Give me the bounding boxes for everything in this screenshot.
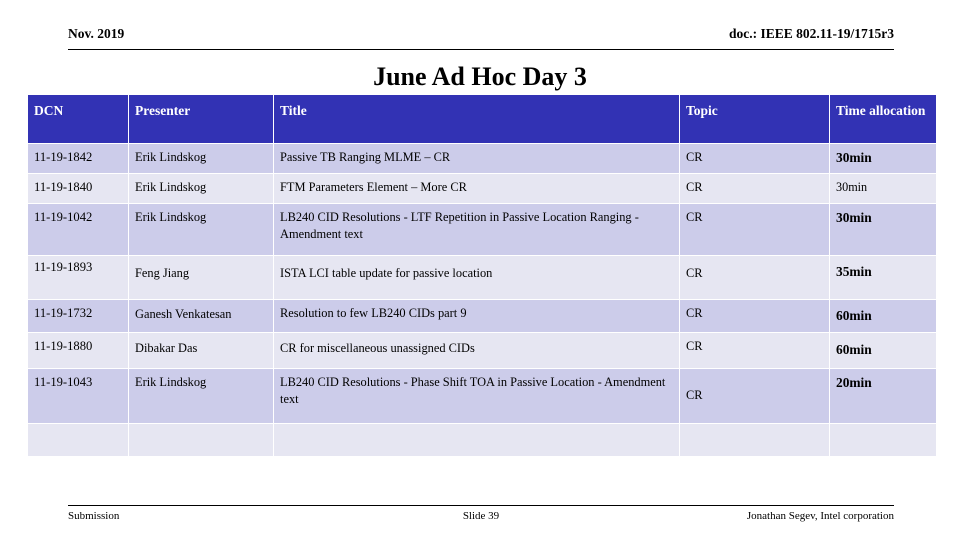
cell-presenter: Dibakar Das [129,333,273,368]
cell-presenter: Feng Jiang [129,256,273,299]
cell-topic: CR [680,144,829,173]
table-row: 11-19-1880 Dibakar Das CR for miscellane… [28,333,936,368]
cell-title: Resolution to few LB240 CIDs part 9 [274,300,679,332]
cell-title: FTM Parameters Element – More CR [274,174,679,203]
cell-time-allocation: 60min [830,300,936,332]
cell-dcn [28,424,128,456]
cell-title: LB240 CID Resolutions - LTF Repetition i… [274,204,679,255]
cell-presenter [129,424,273,456]
slide-footer: Submission Slide 39 Jonathan Segev, Inte… [68,505,894,531]
cell-topic: CR [680,204,829,255]
table-row-empty [28,424,936,456]
cell-dcn: 11-19-1840 [28,174,128,203]
agenda-table: DCN Presenter Title Topic Time allocatio… [27,94,937,457]
cell-dcn: 11-19-1732 [28,300,128,332]
cell-presenter: Erik Lindskog [129,144,273,173]
cell-title [274,424,679,456]
cell-presenter: Erik Lindskog [129,369,273,423]
cell-dcn: 11-19-1893 [28,256,128,299]
slide-header: Nov. 2019 doc.: IEEE 802.11-19/1715r3 [68,26,894,52]
column-header-time-allocation: Time allocation [830,95,936,143]
header-divider [68,49,894,50]
cell-dcn: 11-19-1043 [28,369,128,423]
cell-topic: CR [680,369,829,423]
column-header-dcn: DCN [28,95,128,143]
table-row: 11-19-1043 Erik Lindskog LB240 CID Resol… [28,369,936,423]
table-row: 11-19-1042 Erik Lindskog LB240 CID Resol… [28,204,936,255]
header-doc-ref: doc.: IEEE 802.11-19/1715r3 [728,26,894,41]
cell-topic: CR [680,174,829,203]
cell-time-allocation: 20min [830,369,936,423]
table-row: 11-19-1732 Ganesh Venkatesan Resolution … [28,300,936,332]
cell-time-allocation: 30min [830,174,936,203]
column-header-presenter: Presenter [129,95,273,143]
cell-time-allocation [830,424,936,456]
table-header-row: DCN Presenter Title Topic Time allocatio… [28,95,936,143]
cell-title: Passive TB Ranging MLME – CR [274,144,679,173]
cell-title: LB240 CID Resolutions - Phase Shift TOA … [274,369,679,423]
cell-topic [680,424,829,456]
cell-presenter: Erik Lindskog [129,204,273,255]
table-row: 11-19-1842 Erik Lindskog Passive TB Rang… [28,144,936,173]
column-header-title: Title [274,95,679,143]
cell-topic: CR [680,300,829,332]
column-header-topic: Topic [680,95,829,143]
cell-topic: CR [680,256,829,299]
cell-time-allocation: 30min [830,144,936,173]
page-title: June Ad Hoc Day 3 [373,62,587,91]
cell-presenter: Ganesh Venkatesan [129,300,273,332]
cell-title: ISTA LCI table update for passive locati… [274,256,679,299]
table-row: 11-19-1893 Feng Jiang ISTA LCI table upd… [28,256,936,299]
cell-topic: CR [680,333,829,368]
cell-dcn: 11-19-1880 [28,333,128,368]
header-date: Nov. 2019 [68,26,125,41]
cell-time-allocation: 35min [830,256,936,299]
table-row: 11-19-1840 Erik Lindskog FTM Parameters … [28,174,936,203]
cell-presenter: Erik Lindskog [129,174,273,203]
footer-author: Jonathan Segev, Intel corporation [746,510,894,522]
cell-time-allocation: 30min [830,204,936,255]
cell-dcn: 11-19-1842 [28,144,128,173]
cell-time-allocation: 60min [830,333,936,368]
cell-title: CR for miscellaneous unassigned CIDs [274,333,679,368]
footer-divider [68,505,894,506]
cell-dcn: 11-19-1042 [28,204,128,255]
